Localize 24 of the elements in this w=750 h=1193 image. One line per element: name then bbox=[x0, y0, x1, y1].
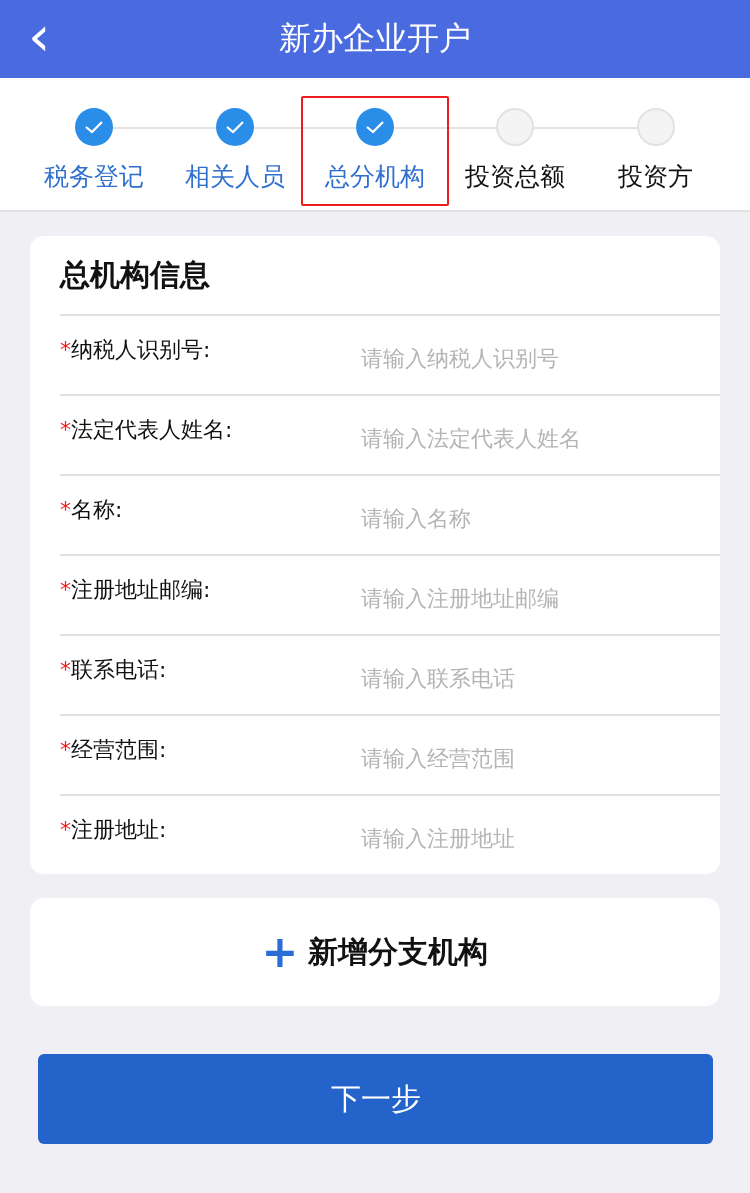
input-field[interactable]: 请输入经营范围 bbox=[361, 745, 701, 771]
field-label: *经营范围: bbox=[60, 736, 168, 764]
step-label[interactable]: 总分机构 bbox=[321, 160, 429, 193]
step-label[interactable]: 投资总额 bbox=[461, 160, 570, 193]
back-button[interactable]: ‹ bbox=[28, 8, 51, 64]
input-field[interactable]: 请输入联系电话 bbox=[361, 665, 701, 691]
input-field[interactable]: 请输入纳税人识别号 bbox=[361, 345, 701, 371]
add-branch-button[interactable]: + 新增分支机构 bbox=[30, 898, 720, 1006]
field-label: *法定代表人姓名: bbox=[60, 416, 234, 444]
step-label[interactable]: 投资方 bbox=[614, 160, 698, 193]
field-label: *注册地址: bbox=[60, 816, 168, 844]
field-label: *名称: bbox=[60, 496, 124, 524]
step-label[interactable]: 税务登记 bbox=[40, 160, 149, 193]
input-field[interactable]: 请输入注册地址 bbox=[361, 825, 701, 851]
input-field[interactable]: 请输入法定代表人姓名 bbox=[361, 425, 701, 451]
field-label: *注册地址邮编: bbox=[60, 576, 212, 604]
page-title: 新办企业开户 bbox=[279, 18, 471, 59]
input-field[interactable]: 请输入注册地址邮编 bbox=[361, 585, 701, 611]
next-button[interactable]: 下一步 bbox=[38, 1054, 713, 1144]
step-label[interactable]: 相关人员 bbox=[180, 160, 289, 193]
section-title: 总机构信息 bbox=[58, 255, 211, 294]
input-field[interactable]: 请输入名称 bbox=[361, 505, 701, 531]
field-label: *纳税人识别号: bbox=[60, 336, 212, 364]
field-label: *联系电话: bbox=[60, 656, 168, 684]
